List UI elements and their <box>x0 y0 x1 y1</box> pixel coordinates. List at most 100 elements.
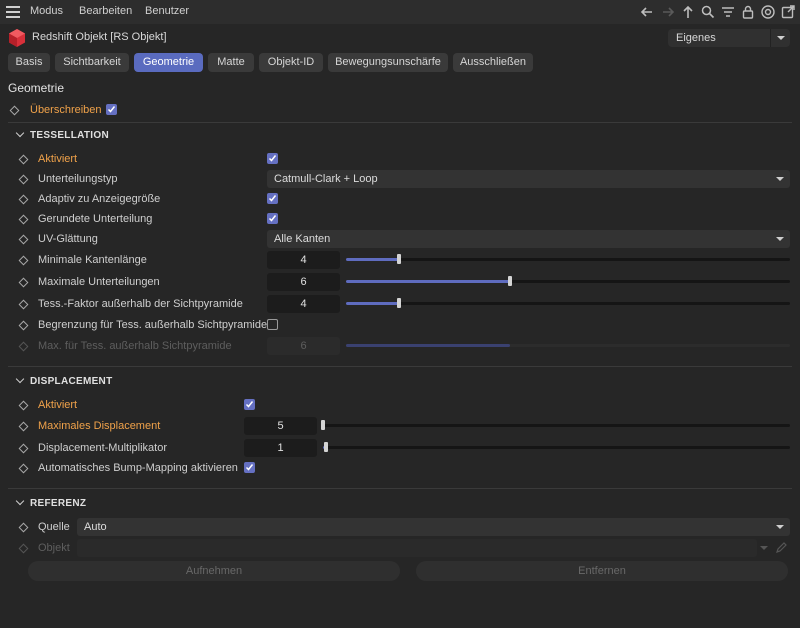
slider-fill <box>346 258 399 261</box>
adaptive-checkbox[interactable] <box>267 193 278 204</box>
auto-bump-checkbox[interactable] <box>244 462 255 473</box>
slider-fill <box>346 280 510 283</box>
max-subdiv-label: Maximale Unterteilungen <box>38 276 160 288</box>
menu-benutzer[interactable]: Benutzer <box>145 5 189 17</box>
auto-bump-label: Automatisches Bump-Mapping aktivieren <box>38 462 238 474</box>
menu-modus[interactable]: Modus <box>30 5 63 17</box>
keyframe-diamond-icon[interactable] <box>18 320 29 331</box>
chevron-down-icon[interactable] <box>15 374 25 384</box>
chevron-down-icon[interactable] <box>15 128 25 138</box>
chevron-down-icon <box>776 237 784 241</box>
min-edge-input[interactable]: 4 <box>267 251 340 269</box>
tess-factor-slider[interactable] <box>346 298 790 308</box>
max-subdiv-input[interactable]: 6 <box>267 273 340 291</box>
uv-smoothing-value: Alle Kanten <box>274 233 331 245</box>
mode-dropdown[interactable]: Eigenes <box>668 29 790 47</box>
page-title: Geometrie <box>8 81 65 95</box>
search-icon[interactable] <box>700 4 716 20</box>
hamburger-menu-icon[interactable] <box>6 6 20 18</box>
limit-outside-checkbox[interactable] <box>267 319 278 330</box>
uv-smoothing-dropdown[interactable]: Alle Kanten <box>267 230 790 248</box>
chevron-down-icon <box>760 546 768 550</box>
override-checkbox[interactable] <box>106 104 117 115</box>
menu-bearbeiten[interactable]: Bearbeiten <box>79 5 132 17</box>
tab-geometrie[interactable]: Geometrie <box>134 53 203 72</box>
new-window-icon[interactable] <box>780 4 796 20</box>
section-displacement-title[interactable]: DISPLACEMENT <box>30 376 113 387</box>
disp-enabled-label: Aktiviert <box>38 399 78 411</box>
tab-objekt-id[interactable]: Objekt-ID <box>259 53 323 72</box>
mode-dropdown-value: Eigenes <box>676 32 716 44</box>
max-displacement-label: Maximales Displacement <box>38 420 161 432</box>
object-link-label: Objekt <box>38 542 70 554</box>
override-label: Überschreiben <box>30 104 102 116</box>
adaptive-label: Adaptiv zu Anzeigegröße <box>38 193 161 205</box>
keyframe-diamond-icon[interactable] <box>18 299 29 310</box>
target-icon[interactable] <box>760 4 776 20</box>
slider-handle[interactable] <box>397 254 401 264</box>
tab-basis[interactable]: Basis <box>8 53 50 72</box>
keyframe-diamond-icon[interactable] <box>18 400 29 411</box>
chevron-down-icon <box>776 177 784 181</box>
max-subdiv-slider[interactable] <box>346 276 790 286</box>
divider <box>8 366 792 367</box>
slider-handle[interactable] <box>321 420 325 430</box>
keyframe-diamond-icon[interactable] <box>18 234 29 245</box>
tab-bewegungsunschaerfe[interactable]: Bewegungsunschärfe <box>328 53 448 72</box>
section-tessellation-title[interactable]: TESSELLATION <box>30 130 109 141</box>
arrow-left-icon[interactable] <box>639 4 655 20</box>
lock-icon[interactable] <box>740 4 756 20</box>
keyframe-diamond-icon[interactable] <box>18 522 29 533</box>
keyframe-diamond-icon[interactable] <box>18 154 29 165</box>
keyframe-diamond-icon[interactable] <box>18 443 29 454</box>
subdiv-type-label: Unterteilungstyp <box>38 173 118 185</box>
slider-handle[interactable] <box>508 276 512 286</box>
source-dropdown[interactable]: Auto <box>77 518 790 536</box>
slider-fill <box>346 302 399 305</box>
keyframe-diamond-icon[interactable] <box>18 174 29 185</box>
tess-enabled-label: Aktiviert <box>38 153 78 165</box>
tab-matte[interactable]: Matte <box>208 53 254 72</box>
keyframe-diamond-icon <box>18 341 29 352</box>
max-outside-input: 6 <box>267 337 340 355</box>
keyframe-diamond-icon[interactable] <box>18 255 29 266</box>
limit-outside-label: Begrenzung für Tess. außerhalb Sichtpyra… <box>38 319 268 331</box>
max-displacement-input[interactable]: 5 <box>244 417 317 435</box>
keyframe-diamond-icon[interactable] <box>18 277 29 288</box>
pick-object-icon <box>776 542 787 553</box>
keyframe-diamond-icon[interactable] <box>18 194 29 205</box>
chevron-down-icon <box>776 525 784 529</box>
filter-icon[interactable] <box>720 4 736 20</box>
keyframe-diamond-icon[interactable] <box>18 463 29 474</box>
subdiv-type-dropdown[interactable]: Catmull-Clark + Loop <box>267 170 790 188</box>
disp-multiplier-input[interactable]: 1 <box>244 439 317 457</box>
uv-smoothing-label: UV-Glättung <box>38 233 98 245</box>
object-link-field <box>77 539 757 557</box>
slider-handle[interactable] <box>397 298 401 308</box>
max-outside-slider <box>346 344 790 347</box>
disp-multiplier-slider[interactable] <box>323 442 790 452</box>
arrow-right-icon[interactable] <box>660 4 676 20</box>
divider <box>8 488 792 489</box>
take-button[interactable]: Aufnehmen <box>28 561 400 581</box>
disp-multiplier-label: Displacement-Multiplikator <box>38 442 167 454</box>
keyframe-diamond-icon[interactable] <box>9 105 20 116</box>
min-edge-label: Minimale Kantenlänge <box>38 254 147 266</box>
section-reference-title[interactable]: REFERENZ <box>30 498 86 509</box>
slider-handle[interactable] <box>324 442 328 452</box>
remove-button[interactable]: Entfernen <box>416 561 788 581</box>
arrow-up-icon[interactable] <box>680 4 696 20</box>
tab-ausschliessen[interactable]: Ausschließen <box>453 53 533 72</box>
tab-sichtbarkeit[interactable]: Sichtbarkeit <box>55 53 129 72</box>
max-displacement-slider[interactable] <box>321 420 790 430</box>
tess-enabled-checkbox[interactable] <box>267 153 278 164</box>
object-title: Redshift Objekt [RS Objekt] <box>32 31 167 43</box>
tess-factor-input[interactable]: 4 <box>267 295 340 313</box>
chevron-down-icon[interactable] <box>15 496 25 506</box>
keyframe-diamond-icon[interactable] <box>18 214 29 225</box>
keyframe-diamond-icon[interactable] <box>18 421 29 432</box>
min-edge-slider[interactable] <box>346 254 790 264</box>
rounded-subdiv-checkbox[interactable] <box>267 213 278 224</box>
disp-enabled-checkbox[interactable] <box>244 399 255 410</box>
source-value: Auto <box>84 521 107 533</box>
